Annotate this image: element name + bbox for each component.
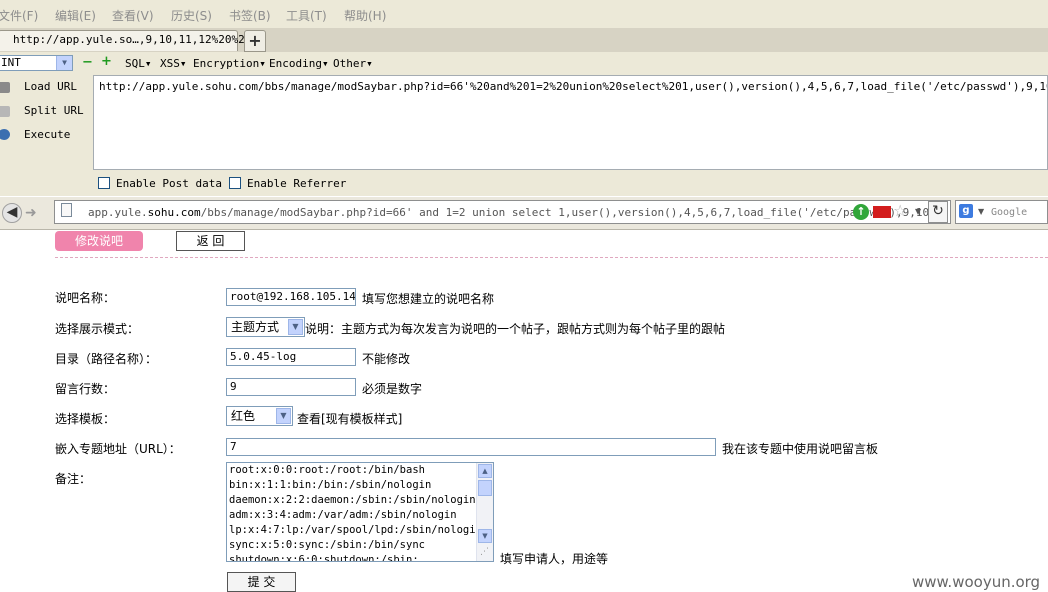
divider bbox=[55, 257, 1048, 258]
name-label: 说吧名称： bbox=[55, 291, 116, 305]
notes-textarea[interactable]: root:x:0:0:root:/root:/bin/bash bin:x:1:… bbox=[226, 462, 494, 562]
name-hint: 填写您想建立的说吧名称 bbox=[362, 292, 495, 306]
google-icon[interactable]: g bbox=[959, 204, 973, 218]
chevron-down-icon: ▼ bbox=[276, 408, 291, 424]
execute-button[interactable]: Execute bbox=[24, 128, 70, 141]
notes-label: 备注： bbox=[55, 472, 92, 486]
split-url-icon bbox=[0, 106, 10, 117]
other-menu-button[interactable]: Other▾ bbox=[333, 57, 373, 70]
menu-view[interactable]: 查看(V) bbox=[112, 7, 154, 24]
mode-select[interactable]: 主题方式 ▼ bbox=[226, 317, 305, 337]
name-input[interactable]: root@192.168.105.149 bbox=[226, 288, 356, 306]
address-domain: sohu.com bbox=[147, 206, 201, 219]
search-engine-dropdown-icon[interactable]: ▼ bbox=[978, 207, 984, 216]
hackbar-select-value: INT bbox=[1, 56, 21, 69]
url-label: 嵌入专题地址（URL）： bbox=[55, 442, 181, 456]
watermark: www.wooyun.org bbox=[912, 573, 1041, 591]
page-icon bbox=[61, 203, 72, 217]
plus-icon[interactable]: + bbox=[101, 54, 112, 69]
directory-label: 目录（路径名称）： bbox=[55, 352, 158, 366]
encryption-menu-button[interactable]: Encryption▾ bbox=[193, 57, 266, 70]
go-arrow-icon[interactable]: ↑ bbox=[853, 204, 869, 220]
star-icon[interactable]: ☆ bbox=[893, 201, 907, 220]
address-path: /bbs/manage/modSaybar.php?id=66' and 1=2… bbox=[200, 206, 930, 219]
back-arrow-icon[interactable]: ◀ bbox=[2, 203, 22, 223]
forward-arrow-icon[interactable]: ➜ bbox=[25, 205, 37, 221]
template-label: 选择模板： bbox=[55, 412, 116, 426]
url-hint: 我在该专题中使用说吧留言板 bbox=[722, 442, 879, 456]
load-url-button[interactable]: Load URL bbox=[24, 80, 77, 93]
notes-line: root:x:0:0:root:/root:/bin/bash bbox=[229, 464, 425, 476]
template-hint-link[interactable]: 查看[现有模板样式] bbox=[297, 410, 402, 427]
enable-post-label: Enable Post data bbox=[116, 177, 222, 190]
menu-edit[interactable]: 编辑(E) bbox=[55, 7, 96, 24]
sql-menu-button[interactable]: SQL▾ bbox=[125, 57, 152, 70]
menu-tools[interactable]: 工具(T) bbox=[286, 7, 327, 24]
notes-line: lp:x:4:7:lp:/var/spool/lpd:/sbin/nologin bbox=[229, 524, 482, 536]
notes-line: sync:x:5:0:sync:/sbin:/bin/sync bbox=[229, 539, 425, 551]
scrollbar-thumb[interactable] bbox=[478, 480, 492, 496]
reload-icon[interactable]: ↻ bbox=[928, 201, 948, 223]
chevron-down-icon: ▼ bbox=[288, 319, 303, 335]
notes-line: bin:x:1:1:bin:/bin:/sbin/nologin bbox=[229, 479, 432, 491]
menu-bar bbox=[0, 0, 1048, 29]
hackbar-url-textarea[interactable]: http://app.yule.sohu.com/bbs/manage/modS… bbox=[93, 75, 1048, 170]
edit-saybar-button[interactable]: 修改说吧 bbox=[55, 231, 143, 251]
back-button[interactable]: 返 回 bbox=[176, 231, 245, 251]
address-text: app.yule.sohu.com/bbs/manage/modSaybar.p… bbox=[88, 206, 929, 219]
hackbar-select[interactable]: INT ▼ bbox=[0, 55, 73, 71]
chevron-down-icon: ▼ bbox=[56, 56, 72, 70]
mode-label: 选择展示模式： bbox=[55, 322, 140, 336]
mode-hint: 说明：主题方式为每次发言为说吧的一个帖子，跟帖方式则为每个帖子里的跟帖 bbox=[305, 322, 726, 336]
load-url-icon bbox=[0, 82, 10, 93]
scroll-up-icon[interactable]: ▲ bbox=[478, 464, 492, 478]
menu-file[interactable]: 文件(F) bbox=[0, 7, 38, 24]
submit-button[interactable]: 提 交 bbox=[227, 572, 296, 592]
notes-hint: 填写申请人，用途等 bbox=[500, 552, 609, 566]
flag-icon bbox=[873, 206, 891, 218]
rows-hint: 必须是数字 bbox=[362, 382, 423, 396]
directory-input[interactable]: 5.0.45-log bbox=[226, 348, 356, 366]
new-tab-button[interactable]: + bbox=[244, 30, 266, 52]
url-input[interactable]: 7 bbox=[226, 438, 716, 456]
search-placeholder: Google bbox=[991, 207, 1028, 218]
directory-hint: 不能修改 bbox=[362, 352, 411, 366]
encoding-menu-button[interactable]: Encoding▾ bbox=[269, 57, 329, 70]
notes-line: daemon:x:2:2:daemon:/sbin:/sbin/nologin bbox=[229, 494, 476, 506]
notes-line: adm:x:3:4:adm:/var/adm:/sbin/nologin bbox=[229, 509, 457, 521]
menu-history[interactable]: 历史(S) bbox=[171, 7, 212, 24]
rows-input[interactable]: 9 bbox=[226, 378, 356, 396]
split-url-button[interactable]: Split URL bbox=[24, 104, 84, 117]
minus-icon[interactable]: − bbox=[82, 55, 93, 70]
rows-label: 留言行数： bbox=[55, 382, 116, 396]
mode-select-value: 主题方式 bbox=[231, 320, 280, 334]
enable-referrer-label: Enable Referrer bbox=[247, 177, 347, 190]
scroll-down-icon[interactable]: ▼ bbox=[478, 529, 492, 543]
menu-bookmarks[interactable]: 书签(B) bbox=[229, 7, 271, 24]
enable-post-checkbox[interactable] bbox=[98, 177, 110, 189]
template-select[interactable]: 红色 ▼ bbox=[226, 406, 293, 426]
resize-grip-icon[interactable]: ⋰ bbox=[480, 547, 489, 557]
notes-line: shutdown:x:6:0:shutdown:/sbin: bbox=[229, 554, 419, 562]
address-domain-prefix: app.yule. bbox=[88, 206, 148, 219]
menu-help[interactable]: 帮助(H) bbox=[344, 7, 386, 24]
enable-referrer-checkbox[interactable] bbox=[229, 177, 241, 189]
xss-menu-button[interactable]: XSS▾ bbox=[160, 57, 187, 70]
tab-title: http://app.yule.so…,9,10,11,12%20%23 bbox=[13, 33, 252, 46]
dropdown-icon[interactable]: ▼ bbox=[915, 207, 921, 216]
template-select-value: 红色 bbox=[231, 409, 256, 423]
